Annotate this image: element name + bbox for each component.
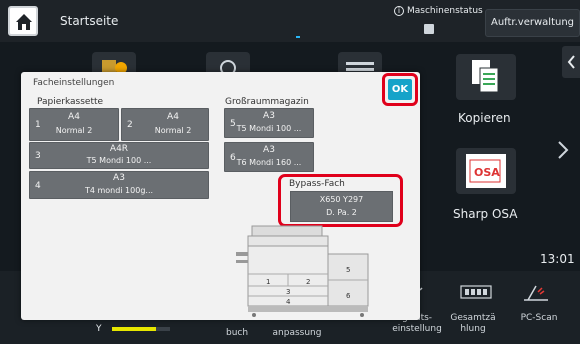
- tray-type: Normal 2: [55, 126, 93, 135]
- home-button[interactable]: [8, 6, 38, 36]
- printer-illustration: 1 2 3 4 5 6: [236, 225, 369, 317]
- ok-button[interactable]: OK: [388, 79, 412, 100]
- printer-drawer-label: 4: [286, 298, 291, 306]
- sharp-osa-app-label: Sharp OSA: [453, 207, 518, 221]
- tray-size: A4R: [109, 144, 129, 154]
- chevron-left-icon: [567, 55, 575, 69]
- svg-text:OSA: OSA: [474, 166, 500, 179]
- bypass-size: X650 Y297: [319, 195, 364, 204]
- page-title: Startseite: [60, 14, 119, 28]
- tray-type: T5 Mondi 100 ...: [86, 156, 152, 165]
- bypass-tray-button[interactable]: X650 Y297 D. Pa. 2: [290, 191, 393, 222]
- clock: 13:01: [540, 252, 575, 266]
- lcc-section-label: Großraummagazin: [225, 97, 309, 107]
- bypass-type: D. Pa. 2: [326, 208, 357, 217]
- sharp-osa-icon: OSA: [466, 154, 506, 188]
- dialog-title: Facheinstellungen: [33, 78, 115, 88]
- machine-status-label: Maschinenstatus: [407, 6, 483, 16]
- tray-settings-dialog: Facheinstellungen OK Papierkassette Groß…: [21, 72, 420, 320]
- sharp-osa-app-tile[interactable]: OSA: [456, 148, 516, 194]
- tray-2-button[interactable]: 2 A4 Normal 2: [121, 108, 209, 141]
- printer-drawer-label: 5: [346, 266, 350, 274]
- info-icon: i: [394, 6, 404, 16]
- tray-size: A3: [263, 145, 275, 155]
- cassette-section-label: Papierkassette: [37, 97, 104, 107]
- pc-scan-icon[interactable]: [522, 282, 550, 302]
- copy-icon: [472, 60, 499, 93]
- machine-status-link[interactable]: i Maschinenstatus: [394, 6, 483, 16]
- tray-5-button[interactable]: 5 A3 T5 Mondi 100 ...: [224, 108, 314, 138]
- copy-app-label: Kopieren: [458, 111, 511, 125]
- tray-6-button[interactable]: 6 A3 T6 Mondi 160 ...: [224, 142, 314, 172]
- tray-1-button[interactable]: 1 A4 Normal 2: [29, 108, 119, 141]
- tray-size: A3: [113, 173, 125, 183]
- next-page-button[interactable]: [554, 138, 572, 168]
- bypass-highlight: Bypass-Fach X650 Y297 D. Pa. 2: [278, 174, 403, 227]
- tray-size: A3: [263, 111, 275, 121]
- tray-type: T6 Mondi 160 ...: [236, 158, 302, 167]
- side-panel-tab[interactable]: [562, 46, 580, 78]
- bypass-section-label: Bypass-Fach: [289, 179, 345, 189]
- toner-level-track: [156, 327, 170, 331]
- copy-app-tile[interactable]: [456, 54, 516, 100]
- job-status-button[interactable]: Auftr.verwaltung: [485, 9, 580, 37]
- home-icon: [16, 14, 32, 30]
- printer-drawer-label: 6: [346, 292, 351, 300]
- dock-item-label[interactable]: Gesamtzä hlung: [448, 313, 498, 335]
- device-status-icon: [424, 24, 434, 34]
- ok-highlight: OK: [382, 73, 418, 106]
- counter-icon[interactable]: [460, 284, 492, 300]
- tray-type: T4 mondi 100g...: [84, 186, 154, 195]
- chevron-right-icon: [558, 141, 569, 159]
- toner-level-bar: [112, 327, 156, 331]
- printer-drawer-label: 2: [306, 278, 310, 286]
- dock-item-label[interactable]: PC-Scan: [514, 313, 564, 324]
- tray-4-button[interactable]: 4 A3 T4 mondi 100g...: [29, 171, 209, 199]
- dock-item-label[interactable]: anpassung: [262, 328, 332, 339]
- tray-3-button[interactable]: 3 A4R T5 Mondi 100 ...: [29, 142, 209, 169]
- printer-drawer-label: 3: [286, 288, 290, 296]
- tray-size: A4: [68, 112, 80, 122]
- tray-size: A4: [167, 112, 179, 122]
- tray-type: T5 Mondi 100 ...: [236, 124, 302, 133]
- top-bar: Startseite i Maschinenstatus Auftr.verwal…: [0, 0, 580, 42]
- toner-label: Y: [96, 324, 102, 334]
- dock-item-label[interactable]: buch: [226, 328, 248, 339]
- printer-drawer-label: 1: [266, 278, 270, 286]
- status-indicator: [296, 36, 300, 38]
- tray-type: Normal 2: [154, 126, 192, 135]
